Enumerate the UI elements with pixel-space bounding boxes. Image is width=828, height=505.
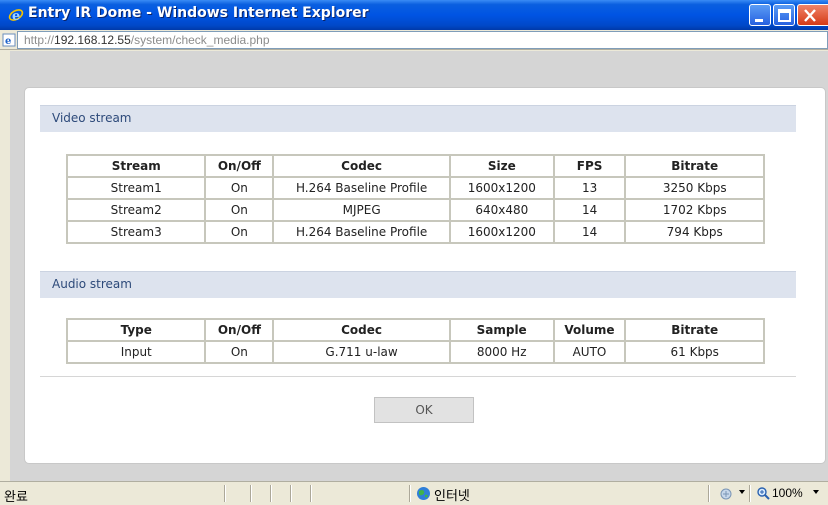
col-header: Size: [448, 154, 555, 178]
table-cell: AUTO: [552, 340, 627, 364]
maximize-button[interactable]: [773, 4, 795, 26]
col-header: Sample: [448, 318, 555, 342]
table-cell: H.264 Baseline Profile: [272, 220, 451, 244]
audio-section-title: Audio stream: [52, 277, 132, 291]
col-header: Type: [65, 318, 207, 342]
col-header: On/Off: [204, 318, 275, 342]
table-cell: On: [204, 340, 275, 364]
status-separator: [224, 485, 226, 502]
status-separator: [290, 485, 292, 502]
table-cell: 1702 Kbps: [624, 198, 765, 222]
col-header: Codec: [272, 154, 451, 178]
maximize-icon: [778, 9, 791, 22]
status-text: 완료: [4, 490, 28, 505]
table-row: Stream1 On H.264 Baseline Profile 1600x1…: [65, 176, 765, 200]
table-cell: 14: [552, 220, 627, 244]
globe-icon: [417, 487, 430, 500]
close-button[interactable]: [797, 4, 828, 26]
table-cell: Stream2: [65, 198, 207, 222]
col-header: Codec: [272, 318, 451, 342]
title-bar[interactable]: e Entry IR Dome - Windows Internet Explo…: [0, 0, 828, 30]
col-header: Bitrate: [624, 154, 765, 178]
status-separator: [409, 485, 411, 502]
zoom-icon[interactable]: [757, 487, 770, 500]
url-host: 192.168.12.55: [54, 33, 131, 47]
ie-page-icon: e: [2, 33, 16, 47]
ok-button[interactable]: OK: [374, 397, 474, 423]
protected-mode-icon[interactable]: [720, 487, 734, 501]
table-cell: H.264 Baseline Profile: [272, 176, 451, 200]
table-cell: G.711 u-law: [272, 340, 451, 364]
video-section-title: Video stream: [52, 111, 132, 125]
status-separator: [749, 485, 751, 502]
col-header: Bitrate: [624, 318, 765, 342]
close-icon: [804, 9, 816, 22]
table-cell: 61 Kbps: [624, 340, 765, 364]
browser-window: e Entry IR Dome - Windows Internet Explo…: [0, 0, 828, 505]
video-stream-table: Stream On/Off Codec Size FPS Bitrate Str…: [65, 154, 765, 244]
protected-mode-dropdown-icon[interactable]: [739, 490, 745, 494]
table-row: Stream2 On MJPEG 640x480 14 1702 Kbps: [65, 198, 765, 222]
table-cell: 1600x1200: [448, 176, 555, 200]
status-separator: [708, 485, 710, 502]
zone-label: 인터넷: [434, 489, 470, 504]
table-cell: On: [204, 220, 275, 244]
audio-stream-table: Type On/Off Codec Sample Volume Bitrate …: [65, 318, 765, 364]
col-header: FPS: [552, 154, 627, 178]
window-title: Entry IR Dome - Windows Internet Explore…: [28, 5, 369, 21]
table-cell: MJPEG: [272, 198, 451, 222]
col-header: Volume: [552, 318, 627, 342]
zoom-dropdown-icon[interactable]: [813, 490, 819, 494]
table-row: Input On G.711 u-law 8000 Hz AUTO 61 Kbp…: [65, 340, 765, 364]
video-section-header: Video stream: [40, 105, 796, 132]
table-cell: 13: [552, 176, 627, 200]
url-path: /system/check_media.php: [130, 33, 270, 47]
status-separator: [250, 485, 252, 502]
status-separator: [270, 485, 272, 502]
table-cell: 14: [552, 198, 627, 222]
table-header-row: Stream On/Off Codec Size FPS Bitrate: [65, 154, 765, 178]
table-cell: On: [204, 176, 275, 200]
col-header: On/Off: [204, 154, 275, 178]
table-header-row: Type On/Off Codec Sample Volume Bitrate: [65, 318, 765, 342]
url-prefix: http://: [24, 33, 55, 47]
table-cell: Stream1: [65, 176, 207, 200]
address-url[interactable]: http://192.168.12.55/system/check_media.…: [24, 33, 270, 47]
table-cell: 1600x1200: [448, 220, 555, 244]
zoom-level[interactable]: 100%: [772, 486, 803, 500]
minimize-icon: [755, 19, 763, 22]
table-cell: On: [204, 198, 275, 222]
table-cell: Stream3: [65, 220, 207, 244]
table-cell: Input: [65, 340, 207, 364]
minimize-button[interactable]: [749, 4, 771, 26]
table-cell: 3250 Kbps: [624, 176, 765, 200]
table-cell: 640x480: [448, 198, 555, 222]
table-cell: 794 Kbps: [624, 220, 765, 244]
section-divider: [40, 376, 796, 377]
svg-text:e: e: [12, 9, 20, 23]
svg-text:e: e: [5, 36, 11, 47]
status-separator: [310, 485, 312, 502]
col-header: Stream: [65, 154, 207, 178]
ie-logo-icon: e: [8, 9, 24, 23]
table-row: Stream3 On H.264 Baseline Profile 1600x1…: [65, 220, 765, 244]
table-cell: 8000 Hz: [448, 340, 555, 364]
status-bar: 완료 인터넷 100%: [0, 481, 828, 505]
audio-section-header: Audio stream: [40, 271, 796, 298]
